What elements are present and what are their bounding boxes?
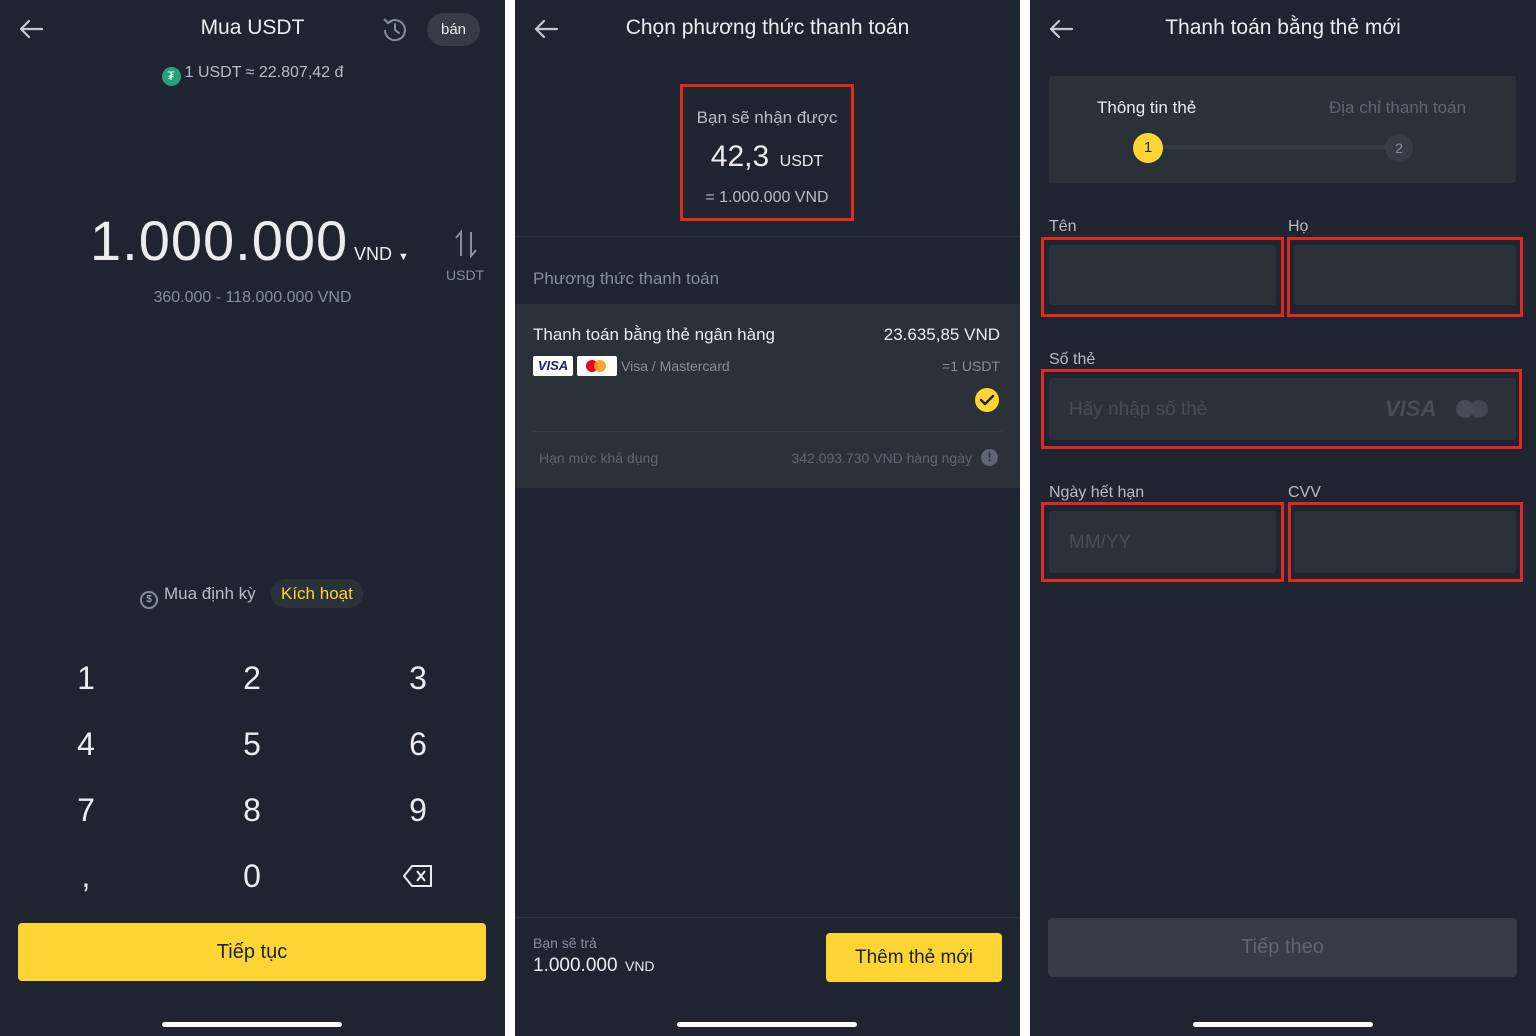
section-label: Phương thức thanh toán [533,269,720,288]
step2-indicator: 2 [1385,134,1413,162]
card-number-highlight [1041,369,1522,449]
limit-value: 342.093.730 VND hàng ngày [791,450,972,466]
payment-method-screen: Chọn phương thức thanh toán Bạn sẽ nhận … [515,0,1020,1036]
new-card-screen: Thanh toán bằng thẻ mới Thông tin thẻ Đị… [1030,0,1536,1036]
last-name-highlight [1287,237,1523,317]
currency-selector[interactable]: VND ▼ [354,244,409,265]
page-title: Chọn phương thức thanh toán [625,16,910,39]
limit-label: Hạn mức khả dụng [539,450,659,466]
keypad-key[interactable]: 4 [36,726,136,763]
receive-label: Bạn sẽ nhận được [696,108,838,127]
pay-amount-row: 1.000.000 VND [533,955,655,977]
switch-currency-label[interactable]: USDT [446,267,484,283]
keypad-key[interactable]: 6 [368,726,468,763]
keypad-key[interactable]: 1 [36,660,136,697]
stepper: Thông tin thẻ Địa chỉ thanh toán 1 2 [1049,76,1516,183]
divider [515,917,1020,918]
option-price: 23.635,85 VND [883,325,1000,344]
receive-equivalent: = 1.000.000 VND [705,189,829,206]
recurring-label: Mua định kỳ [164,584,256,603]
first-name-highlight [1041,237,1284,317]
step1-label: Thông tin thẻ [1097,98,1197,117]
sell-button[interactable]: bán [427,13,480,46]
pay-label: Bạn sẽ trả [533,935,597,951]
last-name-label: Họ [1288,218,1309,235]
receive-amount: 42,3 [710,140,770,173]
keypad-key[interactable]: 8 [202,792,302,829]
option-cards: Visa / Mastercard [621,358,730,374]
home-indicator [162,1022,342,1027]
rate-text: 1 USDT ≈ 22.807,42 đ [184,64,344,81]
home-indicator [1193,1022,1373,1027]
chevron-down-icon: ▼ [398,251,409,263]
receive-amount-row: 42,3 USDT [680,140,854,174]
keypad-key[interactable]: 9 [368,792,468,829]
backspace-icon[interactable] [402,864,434,888]
expiry-label: Ngày hết hạn [1049,484,1145,501]
add-card-button[interactable]: Thêm thẻ mới [826,933,1002,982]
cvv-highlight [1288,502,1523,582]
keypad-key[interactable]: 7 [36,792,136,829]
continue-button[interactable]: Tiếp tục [18,923,486,981]
pay-amount: 1.000.000 [533,955,618,976]
check-icon [975,388,999,412]
card-number-label: Số thẻ [1049,351,1096,368]
mastercard-logo [577,356,617,376]
payment-option-card[interactable]: Thanh toán bằng thẻ ngân hàng 23.635,85 … [515,304,1020,488]
amount-value: 1.000.000 [90,209,349,272]
step2-label: Địa chỉ thanh toán [1329,98,1467,117]
pay-unit: VND [624,958,655,974]
divider [533,431,1002,432]
recurring-icon: $ [140,591,158,609]
history-icon[interactable] [380,15,410,45]
home-indicator [677,1022,857,1027]
swap-icon[interactable] [452,228,480,260]
page-title: Thanh toán bằng thẻ mới [1165,16,1401,39]
recurring-row: $ Mua định kỳ [140,581,256,609]
keypad-key[interactable]: 2 [202,660,302,697]
first-name-label: Tên [1049,218,1077,235]
activate-button[interactable]: Kích hoạt [271,579,363,608]
keypad-key[interactable]: , [36,858,136,895]
exchange-rate: ₮ 1 USDT ≈ 22.807,42 đ [0,64,505,86]
buy-screen: Mua USDT bán ₮ 1 USDT ≈ 22.807,42 đ 1.000… [0,0,505,1036]
keypad-key[interactable]: 5 [202,726,302,763]
amount-range: 360.000 - 118.000.000 VND [153,289,352,306]
step1-indicator: 1 [1133,133,1163,163]
expiry-highlight [1041,502,1284,582]
step-progress-track [1159,145,1399,149]
visa-logo: VISA [533,356,573,376]
currency-label: VND [354,244,393,264]
keypad-key[interactable]: 3 [368,660,468,697]
cvv-label: CVV [1288,484,1321,501]
receive-unit: USDT [779,153,824,170]
option-name: Thanh toán bằng thẻ ngân hàng [533,325,775,344]
tether-icon: ₮ [161,67,181,86]
keypad-key[interactable]: 0 [202,858,302,895]
info-icon[interactable]: ! [981,449,998,466]
divider [515,236,1020,237]
option-per-unit: =1 USDT [942,358,1000,374]
next-button[interactable]: Tiếp theo [1048,918,1517,977]
